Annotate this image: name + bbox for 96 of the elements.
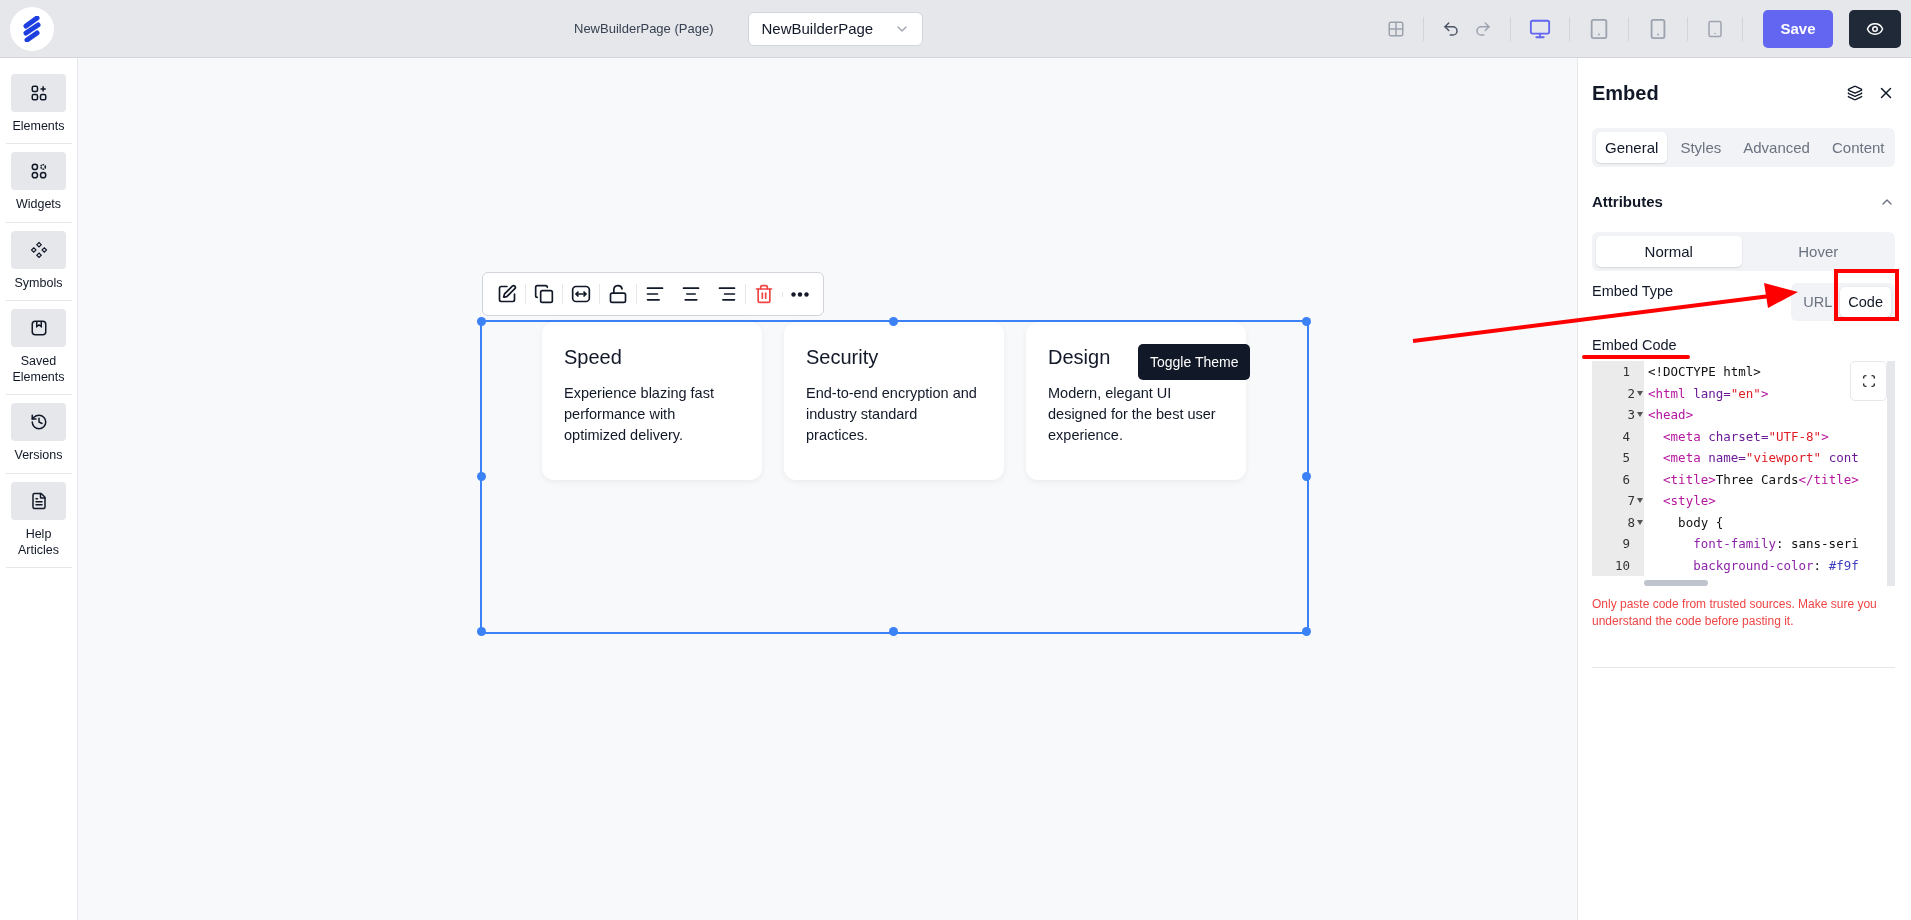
- diamonds-icon: [29, 240, 48, 259]
- embed-type-option[interactable]: Code: [1840, 287, 1891, 317]
- align-center-icon: [681, 284, 701, 304]
- state-tab[interactable]: Normal: [1596, 236, 1742, 267]
- card-text: End-to-end encryption and industry standard practices.: [806, 384, 978, 446]
- sidebar-item[interactable]: Symbols: [5, 230, 72, 301]
- resize-handle[interactable]: [889, 316, 898, 326]
- line-number: 1: [1621, 364, 1631, 380]
- resize-handle[interactable]: [476, 471, 486, 481]
- clock-icon: [29, 413, 48, 432]
- grid-icon: [1387, 19, 1405, 38]
- line-number: 9: [1621, 536, 1631, 552]
- copy-icon: [534, 284, 554, 304]
- layers-icon[interactable]: [1847, 85, 1863, 101]
- sidebar-label: Versions: [14, 447, 63, 464]
- code-line: <meta name="viewport" cont: [1662, 450, 1859, 466]
- sidebar-item[interactable]: Versions: [5, 403, 72, 474]
- desktop-icon: [1529, 17, 1551, 40]
- line-number: 6: [1621, 471, 1631, 487]
- panel-title: Embed: [1592, 81, 1660, 105]
- sidebar-item[interactable]: Widgets: [5, 152, 72, 223]
- document-icon: [29, 491, 48, 510]
- sidebar-label: Elements: [12, 118, 65, 135]
- embed-type-option[interactable]: URL: [1795, 287, 1841, 317]
- logo-icon: [20, 15, 44, 42]
- section-header[interactable]: Attributes: [1592, 167, 1895, 232]
- line-number: 4: [1621, 428, 1631, 444]
- state-tab[interactable]: Hover: [1745, 236, 1891, 267]
- save-button[interactable]: Save: [1763, 9, 1833, 48]
- field-label: Embed Type: [1592, 283, 1674, 299]
- tablet-icon: [1706, 19, 1724, 38]
- fold-icon[interactable]: [1637, 412, 1643, 418]
- sidebar-label: Symbols: [14, 274, 63, 291]
- code-line: font-family: sans-seri: [1692, 536, 1859, 552]
- card-title: Speed: [564, 346, 622, 369]
- sidebar-label: Saved Elements: [11, 352, 66, 386]
- code-line: <!DOCTYPE html>: [1648, 364, 1761, 380]
- field-label: Embed Code: [1592, 337, 1677, 353]
- panel-tab[interactable]: Content: [1822, 132, 1894, 163]
- fullscreen-icon: [1861, 374, 1876, 388]
- line-number: 8: [1626, 514, 1635, 530]
- panel-tab[interactable]: Styles: [1671, 132, 1731, 163]
- horizontal-arrows-icon: [571, 284, 591, 304]
- resize-handle[interactable]: [476, 316, 486, 326]
- app-logo[interactable]: [10, 6, 54, 51]
- line-number: 2: [1626, 385, 1635, 401]
- card-text: Experience blazing fast performance with optimized delivery.: [564, 384, 715, 446]
- highlight-rectangle: [1834, 269, 1899, 321]
- warning-text: Only paste code from trusted sources. Make sure you understand the code before pasting it.: [1592, 596, 1895, 668]
- code-line: <html lang="en">: [1648, 385, 1769, 401]
- code-line: <head>: [1648, 407, 1694, 423]
- undo-icon: [1442, 19, 1460, 38]
- tablet-icon: [1588, 17, 1610, 40]
- tooltip: Toggle Theme: [1138, 344, 1251, 380]
- redo-icon: [1474, 19, 1492, 38]
- resize-handle[interactable]: [1301, 316, 1311, 326]
- more-icon: [791, 291, 809, 297]
- line-number: 5: [1621, 450, 1631, 466]
- line-number: 3: [1626, 407, 1635, 423]
- card-text: Modern, elegant UI designed for the best user experience.: [1048, 384, 1217, 446]
- code-line: body {: [1677, 514, 1724, 530]
- resize-handle[interactable]: [1301, 471, 1311, 481]
- unlock-icon: [608, 284, 628, 304]
- card-title: Design: [1048, 346, 1111, 369]
- edit-icon: [497, 284, 517, 304]
- code-line: <title>Three Cards</title>: [1662, 471, 1859, 487]
- circles-gear-icon: [29, 162, 48, 181]
- sidebar-label: Widgets: [15, 196, 62, 213]
- preview-button[interactable]: [1849, 9, 1901, 48]
- resize-handle[interactable]: [476, 626, 486, 636]
- trash-icon: [754, 284, 774, 304]
- resize-handle[interactable]: [889, 626, 898, 636]
- fold-icon[interactable]: [1637, 498, 1643, 504]
- sidebar-label: Help Articles: [17, 525, 60, 558]
- squares-plus-icon: [29, 84, 48, 102]
- align-left-icon: [645, 284, 665, 304]
- fold-icon[interactable]: [1637, 390, 1643, 396]
- sidebar-item[interactable]: Help Articles: [5, 481, 72, 568]
- fold-icon[interactable]: [1637, 519, 1643, 525]
- code-editor[interactable]: 1 2 3 4 5 6 7 8 9 10 <!DOCTYPE html> <html lang="en"> <head> <meta charset="UTF-8"> <meta name="viewport" cont <title>Three Cards</title> <style> body { font-family: sans-seri background-color: #f9f: [1592, 361, 1895, 586]
- align-right-icon: [717, 284, 737, 304]
- panel-tab[interactable]: Advanced: [1734, 132, 1819, 163]
- panel-tab[interactable]: General: [1596, 132, 1668, 163]
- line-number: 10: [1613, 557, 1631, 573]
- code-line: <style>: [1662, 493, 1716, 509]
- card-title: Security: [806, 346, 879, 369]
- code-line: <meta charset="UTF-8">: [1662, 428, 1829, 444]
- scrollbar-thumb[interactable]: [1644, 580, 1708, 586]
- page-select[interactable]: NewBuilderPage: [748, 11, 924, 46]
- page-title: NewBuilderPage (Page): [574, 21, 714, 36]
- sidebar-item[interactable]: Elements: [5, 74, 72, 145]
- bookmark-square-icon: [29, 318, 48, 337]
- line-number: 7: [1626, 493, 1635, 509]
- code-line: background-color: #f9f: [1692, 557, 1859, 573]
- sidebar-item[interactable]: Saved Elements: [5, 308, 72, 396]
- resize-handle[interactable]: [1301, 626, 1311, 636]
